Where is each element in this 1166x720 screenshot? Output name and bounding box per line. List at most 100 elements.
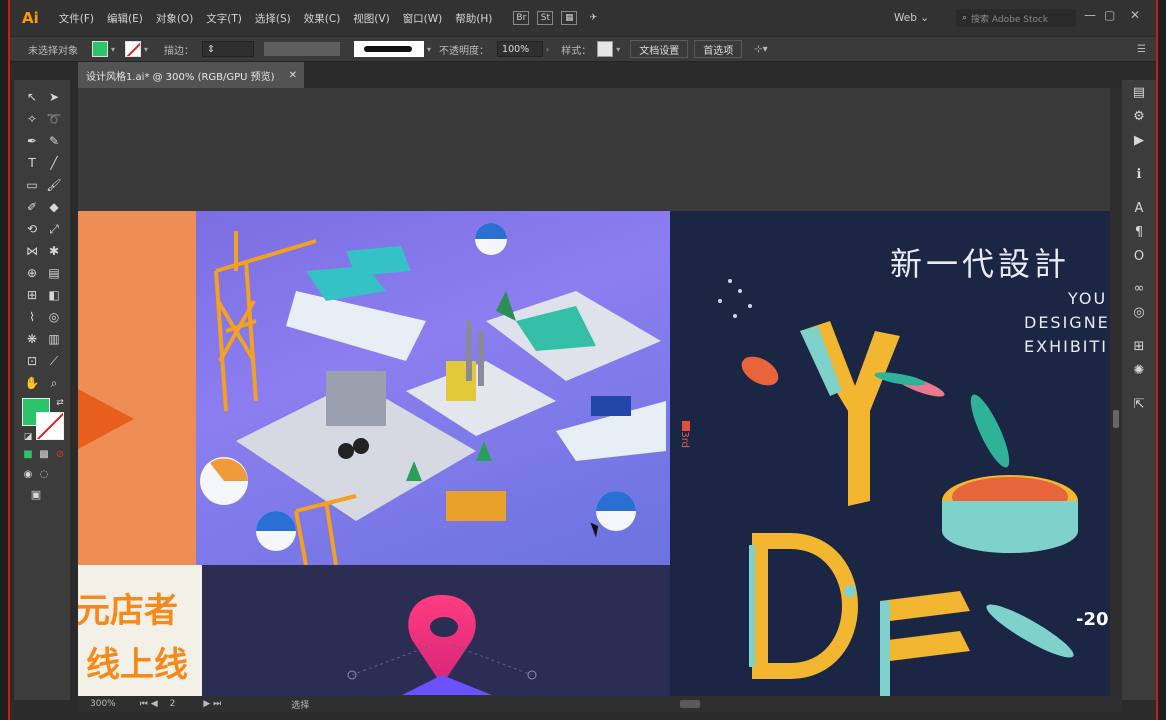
screen-mode-icon[interactable]: ▣ <box>26 486 46 504</box>
close-window-button[interactable]: ✕ <box>1130 8 1140 22</box>
eraser-tool-icon[interactable]: ◆ <box>44 198 64 216</box>
horizontal-scroll-thumb[interactable] <box>680 700 700 708</box>
menu-view[interactable]: 视图(V) <box>353 11 389 26</box>
eyedropper-tool-icon[interactable]: ⌇ <box>22 308 42 326</box>
puppet-warp-tool-icon[interactable]: ✱ <box>44 242 64 260</box>
export-panel-icon[interactable]: ⇱ <box>1130 396 1148 414</box>
perspective-grid-tool-icon[interactable]: ▤ <box>44 264 64 282</box>
type-tool-icon[interactable]: T <box>22 154 42 172</box>
poster-graphics-svg <box>682 279 1078 696</box>
actions-panel-icon[interactable]: ▶ <box>1130 132 1148 150</box>
paragraph-panel-icon[interactable]: ¶ <box>1130 224 1148 242</box>
status-bar: 300% ⏮ ◀ 2 ▶ ⏭ 选择 <box>78 696 1122 712</box>
brush-dropdown-icon[interactable]: ▾ <box>427 45 431 54</box>
fill-color-swatch[interactable] <box>92 41 108 57</box>
stroke-label: 描边： <box>164 45 195 57</box>
arrange-documents-icon[interactable]: ▦ <box>561 11 578 25</box>
rectangle-tool-icon[interactable]: ▭ <box>22 176 42 194</box>
menu-effect[interactable]: 效果(C) <box>304 11 341 26</box>
artboard-next-icon[interactable]: ▶ ⏭ <box>203 699 221 709</box>
stroke-color-box[interactable] <box>36 412 64 440</box>
artwork-location-pin-panel <box>202 565 670 696</box>
paintbrush-tool-icon[interactable]: 🖌 <box>44 176 64 194</box>
pen-tool-icon[interactable]: ✒ <box>22 132 42 150</box>
restore-button[interactable]: ▢ <box>1104 8 1115 22</box>
promo-line-2: 线上线 <box>86 645 188 685</box>
properties-panel-icon[interactable]: ⚙ <box>1130 108 1148 126</box>
appearance-panel-icon[interactable]: ✺ <box>1130 362 1148 380</box>
character-panel-icon[interactable]: A <box>1130 200 1148 218</box>
zoom-tool-icon[interactable]: ⌕ <box>44 374 64 392</box>
document-tab[interactable]: 设计风格1.ai* @ 300% (RGB/GPU 预览) ✕ <box>78 62 304 88</box>
artboard-tool-icon[interactable]: ⊡ <box>22 352 42 370</box>
rotate-tool-icon[interactable]: ⟲ <box>22 220 42 238</box>
mesh-tool-icon[interactable]: ⊞ <box>22 286 42 304</box>
draw-behind-icon[interactable]: ◌ <box>34 466 54 484</box>
width-tool-icon[interactable]: ⋈ <box>22 242 42 260</box>
stock-icon[interactable]: St <box>537 11 554 25</box>
links-panel-icon[interactable]: ∞ <box>1130 280 1148 298</box>
line-tool-icon[interactable]: ╱ <box>44 154 64 172</box>
creative-cloud-panel-icon[interactable]: ◎ <box>1130 304 1148 322</box>
magic-wand-tool-icon[interactable]: ✧ <box>22 110 42 128</box>
document-tab-strip: 设计风格1.ai* @ 300% (RGB/GPU 预览) ✕ <box>78 62 1130 88</box>
menu-file[interactable]: 文件(F) <box>59 11 94 26</box>
artwork-promo-panel: 元店者 线上线 <box>78 565 202 696</box>
lasso-tool-icon[interactable]: ➰ <box>44 110 64 128</box>
vertical-scrollbar[interactable] <box>1110 88 1122 696</box>
panel-menu-icon[interactable]: ☰ <box>1137 44 1146 55</box>
gradient-tool-icon[interactable]: ◧ <box>44 286 64 304</box>
stroke-color-swatch[interactable] <box>125 41 142 57</box>
brush-definition-preview[interactable] <box>354 41 425 57</box>
gpu-rocket-icon[interactable]: ✈ <box>585 11 601 25</box>
menu-object[interactable]: 对象(O) <box>156 11 193 26</box>
selection-tool-icon[interactable]: ↖ <box>22 88 42 106</box>
menu-edit[interactable]: 编辑(E) <box>107 11 143 26</box>
swap-colors-icon[interactable]: ⇄ <box>50 394 70 412</box>
opacity-field[interactable]: 100% <box>497 41 544 57</box>
curvature-tool-icon[interactable]: ✎ <box>44 132 64 150</box>
graphic-style-swatch[interactable] <box>597 41 614 57</box>
style-label: 样式： <box>561 45 592 57</box>
variable-width-profile[interactable] <box>264 42 341 56</box>
bridge-icon[interactable]: Br <box>513 11 530 25</box>
canvas-area[interactable]: 33rd 新一代設計 YOU DESIGNE EXHIBITI -20 元店者 … <box>78 88 1110 696</box>
close-tab-icon[interactable]: ✕ <box>289 70 297 81</box>
asset-export-panel-icon[interactable]: ⊞ <box>1130 338 1148 356</box>
fill-dropdown-icon[interactable]: ▾ <box>111 45 115 54</box>
workspace-switcher[interactable]: Web ⌄ <box>894 12 929 24</box>
slice-tool-icon[interactable]: ⟋ <box>44 352 64 370</box>
menu-help[interactable]: 帮助(H) <box>455 11 492 26</box>
hand-tool-icon[interactable]: ✋ <box>22 374 42 392</box>
artboard-number-field[interactable]: 2 <box>170 699 176 709</box>
libraries-panel-icon[interactable]: ▤ <box>1130 84 1148 102</box>
default-colors-icon[interactable]: ◪ <box>18 428 38 446</box>
shaper-tool-icon[interactable]: ✐ <box>22 198 42 216</box>
style-dropdown-icon[interactable]: ▾ <box>616 45 620 54</box>
zoom-level-field[interactable]: 300% <box>90 699 116 709</box>
symbol-sprayer-tool-icon[interactable]: ❋ <box>22 330 42 348</box>
graph-tool-icon[interactable]: ▥ <box>44 330 64 348</box>
opacity-arrow-icon[interactable]: › <box>546 45 549 54</box>
menu-select[interactable]: 选择(S) <box>255 11 291 26</box>
menu-window[interactable]: 窗口(W) <box>403 11 443 26</box>
menu-type[interactable]: 文字(T) <box>206 11 242 26</box>
stroke-weight-field[interactable]: ⇕ <box>202 41 255 57</box>
selection-status: 未选择对象 <box>28 45 78 57</box>
shape-builder-tool-icon[interactable]: ⊕ <box>22 264 42 282</box>
direct-selection-tool-icon[interactable]: ➤ <box>44 88 64 106</box>
align-icon[interactable]: ⊹▾ <box>754 44 767 55</box>
opentype-panel-icon[interactable]: O <box>1130 248 1148 266</box>
none-mode-icon[interactable]: ⊘ <box>50 446 70 464</box>
info-panel-icon[interactable]: ℹ <box>1130 166 1148 184</box>
document-setup-button[interactable]: 文档设置 <box>630 40 689 58</box>
preferences-button[interactable]: 首选项 <box>694 40 743 58</box>
opacity-label: 不透明度： <box>439 45 490 57</box>
stroke-dropdown-icon[interactable]: ▾ <box>144 45 148 54</box>
stock-search-input[interactable]: ⌕ 搜索 Adobe Stock <box>956 9 1076 27</box>
vertical-scroll-thumb[interactable] <box>1113 410 1119 428</box>
blend-tool-icon[interactable]: ◎ <box>44 308 64 326</box>
minimize-button[interactable]: — <box>1084 8 1096 22</box>
scale-tool-icon[interactable]: ⤢ <box>44 220 64 238</box>
artboard-nav-icon[interactable]: ⏮ ◀ <box>140 699 158 709</box>
